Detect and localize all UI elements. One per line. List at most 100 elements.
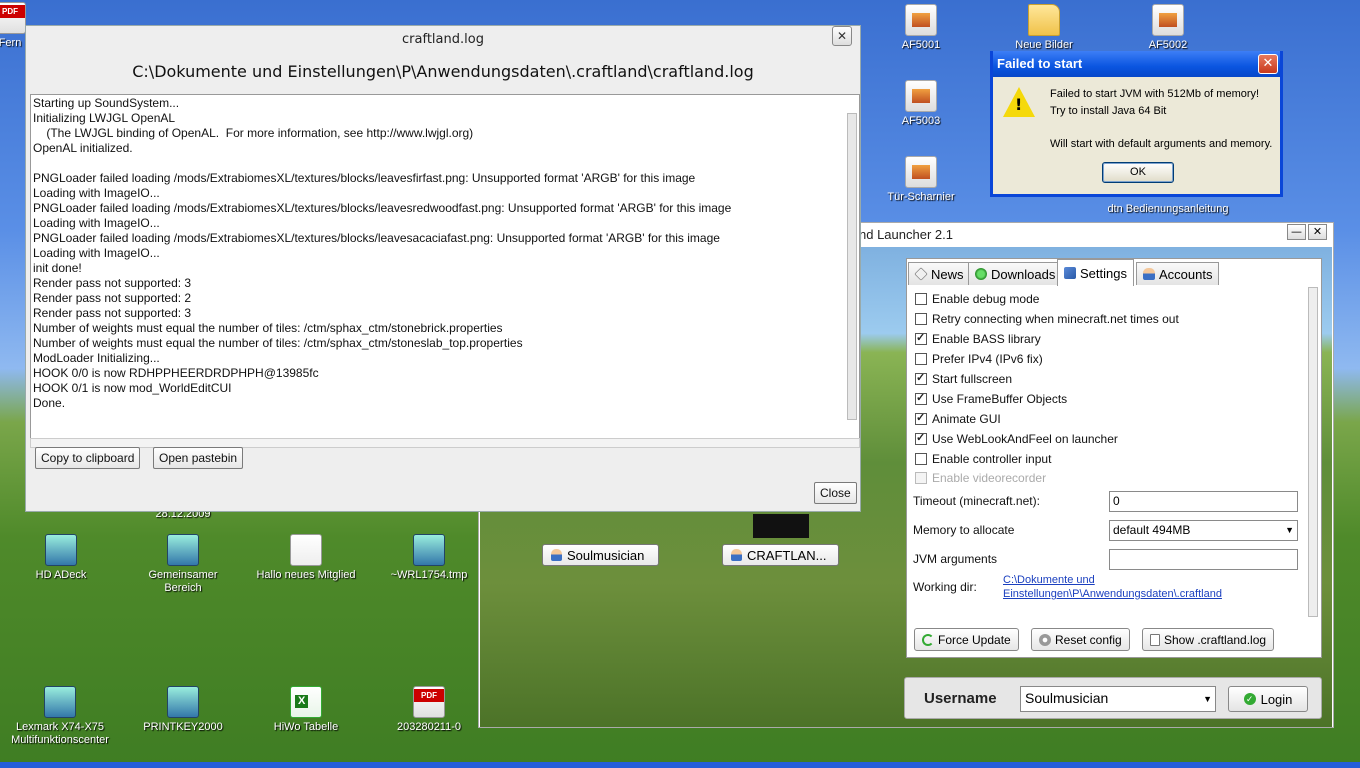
folder-icon	[1028, 4, 1060, 36]
open-pastebin-button[interactable]: Open pastebin	[153, 447, 244, 469]
skin-button-soulmusician[interactable]: Soulmusician	[542, 544, 659, 566]
log-line: PNGLoader failed loading /mods/Extrabiom…	[33, 231, 720, 245]
log-text-area[interactable]: Starting up SoundSystem... Initializing L…	[30, 94, 860, 439]
option-checkbox	[915, 471, 927, 484]
log-window-close-x[interactable]: ✕	[832, 26, 852, 46]
close-button[interactable]: Close	[814, 482, 857, 504]
log-line: Render pass not supported: 2	[33, 291, 192, 305]
log-line: Done.	[33, 396, 66, 410]
option-label: Enable BASS library	[932, 331, 1041, 346]
launcher-close-button[interactable]: ✕	[1308, 224, 1327, 240]
desktop-icon-203280211[interactable]: 203280211-0	[379, 686, 479, 734]
desktop-icon-af5001[interactable]: AF5001	[871, 4, 971, 52]
tab-news[interactable]: News	[908, 262, 971, 285]
taskbar[interactable]	[0, 762, 1360, 768]
dialog-close-button[interactable]: ✕	[1258, 54, 1278, 74]
launcher-window-buttons: — ✕	[1287, 224, 1327, 240]
desktop-icon-af5003[interactable]: AF5003	[871, 80, 971, 128]
excel-icon	[290, 686, 322, 718]
option-row: Enable videorecorder	[915, 469, 1046, 486]
option-checkbox[interactable]	[915, 352, 927, 365]
option-checkbox[interactable]	[915, 391, 927, 405]
option-checkbox[interactable]	[915, 452, 927, 465]
option-row[interactable]: Prefer IPv4 (IPv6 fix)	[915, 350, 1043, 367]
option-row[interactable]: Enable debug mode	[915, 290, 1039, 307]
option-checkbox[interactable]	[915, 292, 927, 305]
desktop-icon-gemeinsamer-bereich[interactable]: Gemeinsamer Bereich	[133, 534, 233, 595]
option-label: Prefer IPv4 (IPv6 fix)	[932, 351, 1043, 366]
desktop-icon-hallo[interactable]: Hallo neues Mitglied	[256, 534, 356, 582]
working-dir-link[interactable]: C:\Dokumente und Einstellungen\P\Anwendu…	[1003, 573, 1222, 601]
desktop-icon-af5002[interactable]: AF5002	[1118, 4, 1218, 52]
option-label: Enable videorecorder	[932, 470, 1047, 485]
log-vertical-scrollbar[interactable]	[847, 113, 857, 420]
jvm-arguments-input[interactable]	[1109, 549, 1298, 570]
dialog-message-line-1: Failed to start JVM with 512Mb of memory…	[1050, 88, 1260, 100]
log-line: HOOK 0/0 is now RDHPPHEERDRDPHPH@13985fc	[33, 366, 319, 380]
log-line: Number of weights must equal the number …	[33, 336, 523, 350]
option-checkbox[interactable]	[915, 431, 927, 445]
tab-accounts[interactable]: Accounts	[1136, 262, 1220, 285]
show-log-button[interactable]: Show .craftland.log	[1142, 628, 1275, 651]
reset-config-button[interactable]: Reset config	[1031, 628, 1130, 651]
log-line: Render pass not supported: 3	[33, 306, 192, 320]
option-row[interactable]: Use WebLookAndFeel on launcher	[915, 430, 1118, 447]
chevron-down-icon: ▼	[1285, 525, 1294, 535]
option-row[interactable]: Use FrameBuffer Objects	[915, 390, 1067, 407]
option-row[interactable]: Enable controller input	[915, 450, 1051, 467]
option-checkbox[interactable]	[915, 312, 927, 325]
username-select[interactable]: Soulmusician ▼	[1020, 686, 1216, 712]
working-dir-label: Working dir:	[913, 580, 977, 594]
log-line: Number of weights must equal the number …	[33, 321, 503, 335]
settings-scrollbar[interactable]	[1308, 287, 1318, 617]
desktop-icon-hiwo[interactable]: HiWo Tabelle	[256, 686, 356, 734]
force-update-button[interactable]: Force Update	[914, 628, 1019, 651]
memory-select[interactable]: default 494MB ▼	[1109, 520, 1298, 541]
pdf-icon	[413, 686, 445, 718]
desktop-icon-lexmark[interactable]: Lexmark X74-X75 Multifunktionscenter	[4, 686, 116, 747]
printer-icon	[44, 686, 76, 718]
desktop-icon-neue-bilder[interactable]: Neue Bilder	[994, 4, 1094, 52]
warning-icon-mark: !	[1015, 95, 1023, 114]
dialog-message-line-2: Try to install Java 64 Bit	[1050, 105, 1167, 117]
timeout-input[interactable]: 0	[1109, 491, 1298, 512]
pdf-icon	[0, 2, 26, 34]
login-button[interactable]: ✓ Login	[1228, 686, 1308, 712]
log-line: Starting up SoundSystem...	[33, 96, 180, 110]
tag-icon	[914, 267, 928, 281]
option-row[interactable]: Start fullscreen	[915, 370, 1012, 387]
image-file-icon	[1152, 4, 1184, 36]
desktop-icon-wrl[interactable]: ~WRL1754.tmp	[379, 534, 479, 582]
printkey-icon	[167, 686, 199, 718]
image-file-icon	[905, 80, 937, 112]
network-share-icon	[167, 534, 199, 566]
option-row[interactable]: Enable BASS library	[915, 330, 1041, 347]
minimize-button[interactable]: —	[1287, 224, 1306, 240]
log-line: Loading with ImageIO...	[33, 186, 160, 200]
dialog-title: Failed to start	[993, 51, 1280, 77]
timeout-label: Timeout (minecraft.net):	[913, 494, 1040, 508]
document-icon	[1150, 633, 1160, 646]
log-line: Render pass not supported: 3	[33, 276, 192, 290]
skin-button-craftland[interactable]: CRAFTLAN...	[722, 544, 839, 566]
ok-button[interactable]: OK	[1102, 162, 1174, 183]
option-row[interactable]: Animate GUI	[915, 410, 1001, 427]
log-line: PNGLoader failed loading /mods/Extrabiom…	[33, 171, 696, 185]
launcher-title: nd Launcher 2.1	[859, 227, 953, 242]
tab-downloads[interactable]: Downloads	[968, 262, 1063, 285]
image-file-icon	[905, 156, 937, 188]
log-line: (The LWJGL binding of OpenAL. For more i…	[33, 126, 474, 140]
error-dialog: Failed to start ✕ ! Failed to start JVM …	[990, 51, 1283, 197]
desktop-icon-tuer-scharnier[interactable]: Tür-Scharnier	[871, 156, 971, 204]
desktop-icon-printkey[interactable]: PRINTKEY2000	[133, 686, 233, 734]
tab-settings[interactable]: Settings	[1057, 259, 1134, 286]
option-checkbox[interactable]	[915, 371, 927, 385]
option-checkbox[interactable]	[915, 411, 927, 425]
option-row[interactable]: Retry connecting when minecraft.net time…	[915, 310, 1179, 327]
desktop-icon-hd-adeck[interactable]: HD ADeck	[11, 534, 111, 582]
log-line: Initializing LWJGL OpenAL	[33, 111, 176, 125]
copy-to-clipboard-button[interactable]: Copy to clipboard	[35, 447, 141, 469]
desktop-icon-dtn[interactable]: dtn Bedienungsanleitung	[1098, 203, 1238, 216]
option-checkbox[interactable]	[915, 331, 927, 345]
